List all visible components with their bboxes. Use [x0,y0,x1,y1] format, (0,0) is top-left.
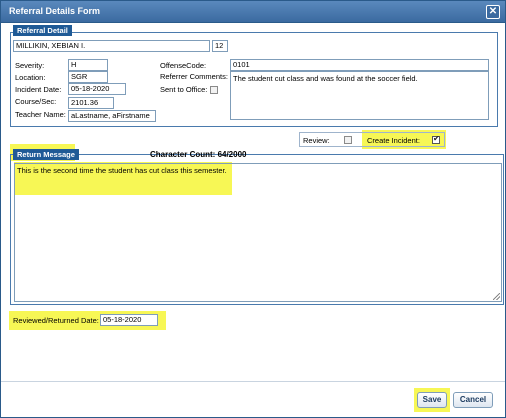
cancel-button[interactable]: Cancel [453,392,493,408]
review-checkbox[interactable] [344,136,352,144]
character-count: Character Count: 64/2000 [150,150,247,159]
location-field[interactable]: SGR [68,71,108,83]
save-button[interactable]: Save [417,392,447,408]
return-message-section: Return Message Character Count: 64/2000 … [10,149,504,305]
sent-to-office-label: Sent to Office: [160,85,208,94]
title-bar: Referral Details Form ✕ [1,1,505,23]
dialog-title: Referral Details Form [9,6,101,16]
offense-code-field[interactable]: 0101 [230,59,489,71]
return-message-legend: Return Message [13,149,79,160]
sent-to-office-checkbox[interactable] [210,86,218,94]
teacher-label: Teacher Name: [15,110,66,119]
reviewed-date-field[interactable]: 05-18-2020 [100,314,158,326]
reviewed-date-label: Reviewed/Returned Date: [13,316,99,325]
incident-date-field[interactable]: 05-18-2020 [68,83,126,95]
severity-field[interactable]: H [68,59,108,71]
close-icon[interactable]: ✕ [486,5,500,19]
offense-code-label: OffenseCode: [160,61,207,70]
referrer-comments-field[interactable]: The student cut class and was found at t… [230,71,489,120]
review-label: Review: [303,136,330,145]
referral-details-dialog: Referral Details Form ✕ Referral Detail … [0,0,506,418]
return-message-text: This is the second time the student has … [17,166,227,175]
referral-detail-legend: Referral Detail [13,25,72,36]
footer-divider [1,381,505,382]
location-label: Location: [15,73,46,82]
course-field[interactable]: 2101.36 [68,97,114,109]
incident-date-label: Incident Date: [15,85,62,94]
course-label: Course/Sec: [15,97,57,106]
create-incident-checkbox[interactable] [432,134,440,144]
return-message-textarea[interactable]: This is the second time the student has … [14,163,502,302]
referral-detail-section: Referral Detail MILLIKIN, XEBIAN I. 12 S… [10,25,498,127]
teacher-field[interactable]: aLastname, aFirstname [68,110,156,122]
student-name-field[interactable]: MILLIKIN, XEBIAN I. [13,40,210,52]
create-incident-label: Create Incident: [367,136,420,145]
severity-label: Severity: [15,61,45,70]
referrer-comments-label: Referrer Comments: [160,72,228,81]
grade-field[interactable]: 12 [212,40,228,52]
resize-grip-icon[interactable] [493,293,500,300]
